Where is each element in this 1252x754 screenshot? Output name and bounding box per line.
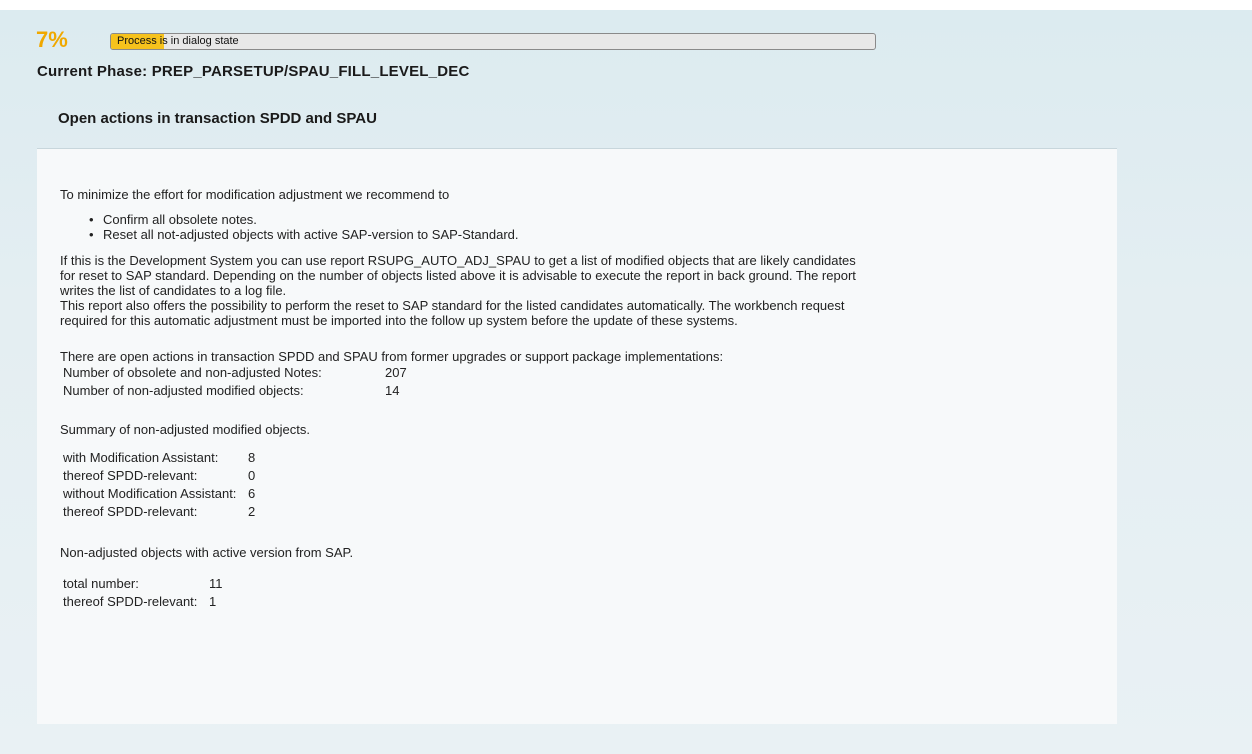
open-actions-text: There are open actions in transaction SP… <box>60 349 724 364</box>
progress-status-text: Process is in dialog state <box>117 35 239 47</box>
intro-text: To minimize the effort for modification … <box>60 187 450 202</box>
table-row: thereof SPDD-relevant: 0 <box>61 467 257 485</box>
count-value: 14 <box>385 383 400 398</box>
list-item: Confirm all obsolete notes. <box>89 212 1100 227</box>
table-row: with Modification Assistant: 8 <box>61 449 257 467</box>
table-row: without Modification Assistant: 6 <box>61 485 257 503</box>
summary-value: 2 <box>248 504 256 519</box>
summary-title: Summary of non-adjusted modified objects… <box>60 422 311 437</box>
content-panel: To minimize the effort for modification … <box>37 148 1117 724</box>
summary-label: thereof SPDD-relevant: <box>63 504 198 519</box>
table-row: thereof SPDD-relevant: 1 <box>61 593 225 611</box>
recommendation-list: Confirm all obsolete notes. Reset all no… <box>60 212 1100 242</box>
paragraph-line: writes the list of candidates to a log f… <box>60 283 287 298</box>
paragraph-line: This report also offers the possibility … <box>60 298 845 313</box>
count-label: Number of non-adjusted modified objects: <box>63 383 304 398</box>
active-version-title: Non-adjusted objects with active version… <box>60 545 354 560</box>
current-phase-label: Current Phase: PREP_PARSETUP/SPAU_FILL_L… <box>37 63 470 80</box>
summary-value: 0 <box>248 468 256 483</box>
content-body: To minimize the effort for modification … <box>60 187 1100 611</box>
summary-value: 8 <box>248 450 256 465</box>
active-value: 11 <box>209 576 223 591</box>
active-version-table: total number: 11 thereof SPDD-relevant: … <box>61 575 225 611</box>
open-actions-counts-table: Number of obsolete and non-adjusted Note… <box>61 364 409 400</box>
list-item: Reset all not-adjusted objects with acti… <box>89 227 1100 242</box>
table-row: Number of non-adjusted modified objects:… <box>61 382 409 400</box>
count-value: 207 <box>385 365 407 380</box>
paragraph-line: required for this automatic adjustment m… <box>60 313 738 328</box>
count-label: Number of obsolete and non-adjusted Note… <box>63 365 322 380</box>
summary-table: with Modification Assistant: 8 thereof S… <box>61 449 257 521</box>
report-paragraph: If this is the Development System you ca… <box>60 253 1100 328</box>
table-row: total number: 11 <box>61 575 225 593</box>
summary-label: without Modification Assistant: <box>63 486 237 501</box>
progress-bar: Process is in dialog state <box>110 33 876 50</box>
paragraph-line: If this is the Development System you ca… <box>60 253 856 268</box>
section-title: Open actions in transaction SPDD and SPA… <box>58 110 377 127</box>
active-label: total number: <box>63 576 139 591</box>
progress-row: 7% Process is in dialog state <box>36 27 936 52</box>
progress-percent: 7% <box>36 27 68 52</box>
paragraph-line: for reset to SAP standard. Depending on … <box>60 268 856 283</box>
active-value: 1 <box>209 594 217 609</box>
summary-label: with Modification Assistant: <box>63 450 219 465</box>
table-row: Number of obsolete and non-adjusted Note… <box>61 364 409 382</box>
summary-value: 6 <box>248 486 256 501</box>
active-label: thereof SPDD-relevant: <box>63 594 198 609</box>
summary-label: thereof SPDD-relevant: <box>63 468 198 483</box>
table-row: thereof SPDD-relevant: 2 <box>61 503 257 521</box>
